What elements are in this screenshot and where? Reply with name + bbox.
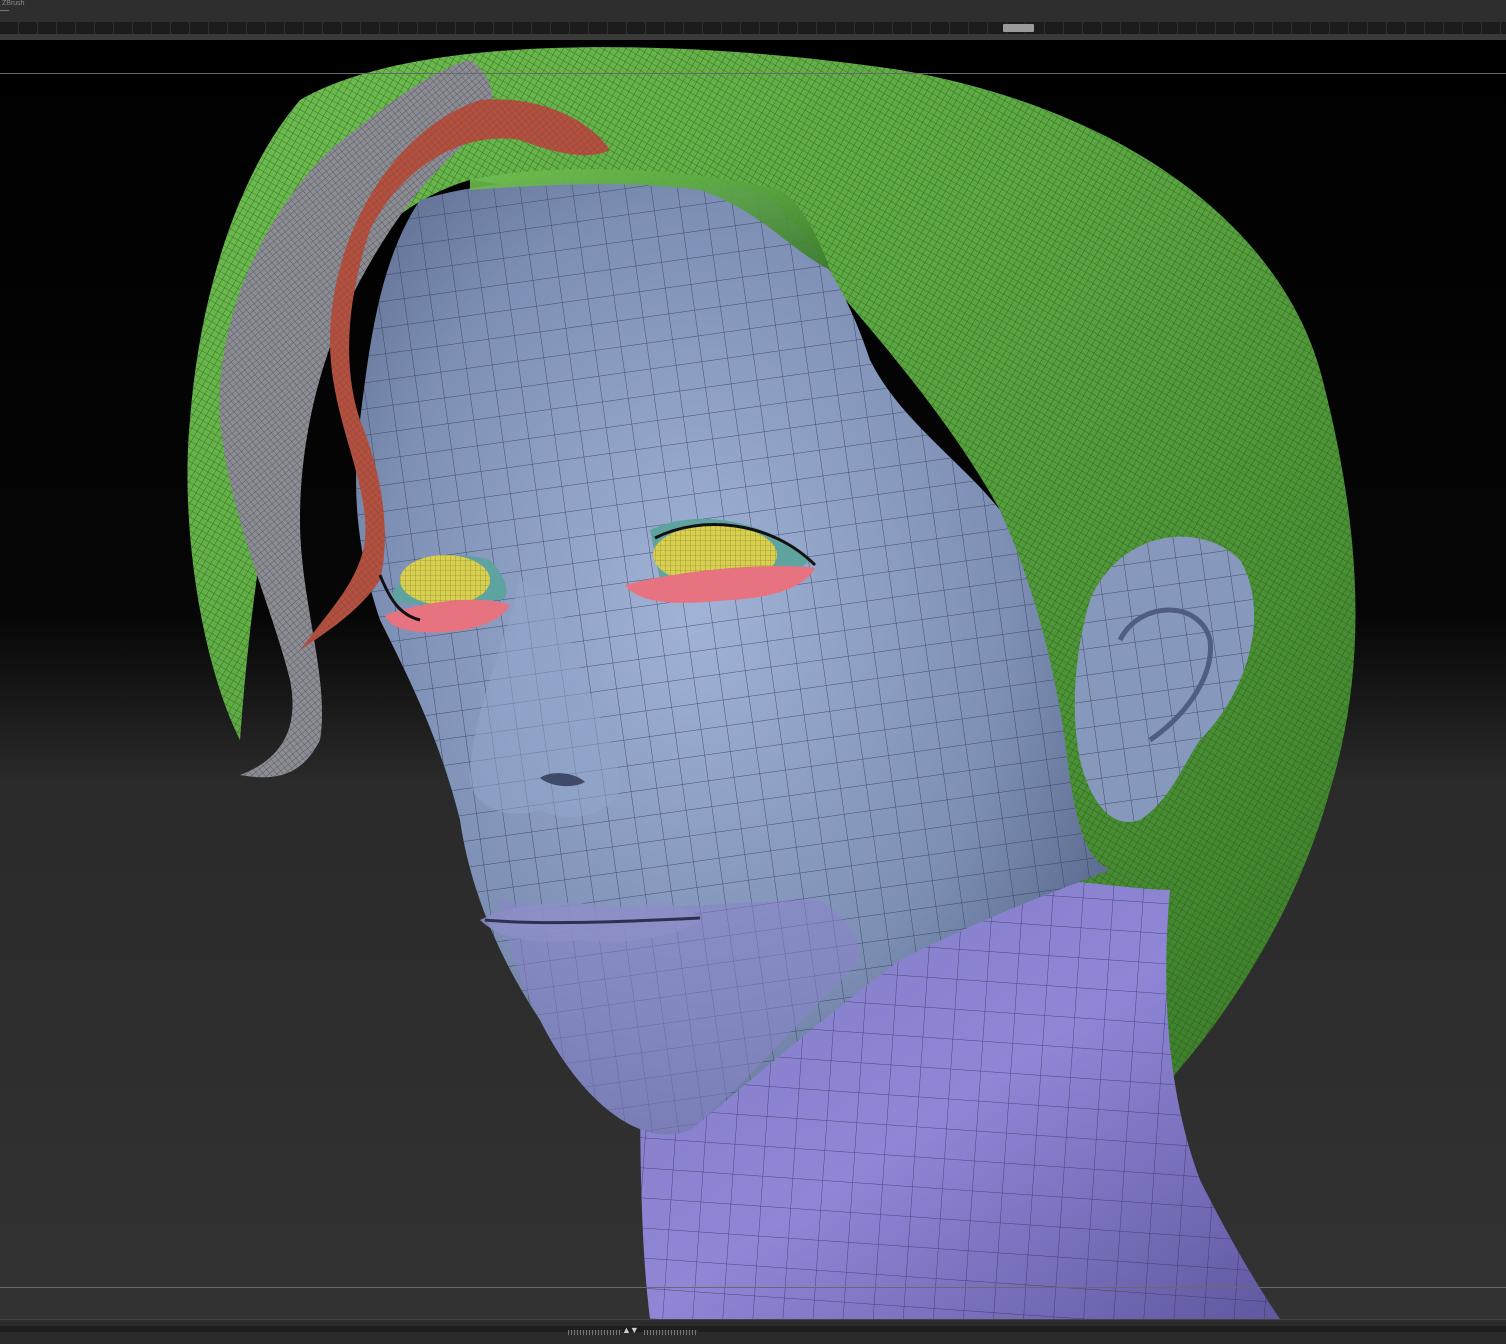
bottom-tray: ▲▼ [0, 1319, 1506, 1344]
viewport-top-guide [0, 73, 1506, 74]
timeline-scrub-handle[interactable] [1003, 24, 1034, 32]
tray-grip-right[interactable] [644, 1330, 698, 1335]
top-menu-bar: ZBrush [0, 0, 1506, 22]
top-divider [0, 10, 9, 11]
zbrush-window: ZBrush ▲▼ [0, 0, 1506, 1344]
tray-toggle-arrows-icon[interactable]: ▲▼ [622, 1324, 639, 1336]
bottom-divider [0, 1326, 1506, 1332]
viewport-bottom-guide [0, 1287, 1506, 1288]
3d-viewport[interactable] [0, 40, 1506, 1319]
sculpt-model[interactable] [0, 40, 1506, 1319]
top-label: ZBrush [2, 0, 25, 7]
tray-grip-left[interactable] [568, 1330, 622, 1335]
timeline-track[interactable] [0, 22, 1506, 34]
